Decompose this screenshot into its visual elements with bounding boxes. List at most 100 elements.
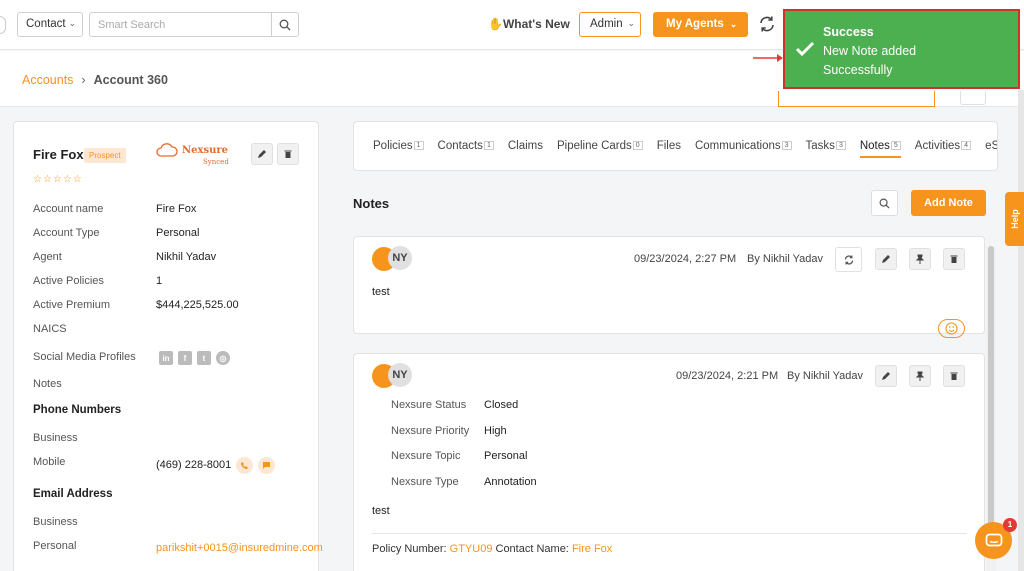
nexsure-field-value: Annotation	[484, 476, 537, 488]
tab-esign[interactable]: eSign	[985, 140, 998, 152]
edit-note-button[interactable]	[875, 365, 897, 387]
field-label: Account name	[33, 203, 104, 215]
field-value: $444,225,525.00	[156, 299, 239, 311]
edit-note-button[interactable]	[875, 248, 897, 270]
note-date: 09/23/2024, 2:27 PM	[634, 253, 737, 265]
note-body: test	[372, 505, 390, 517]
search-button[interactable]	[271, 12, 299, 37]
linkedin-icon[interactable]: in	[159, 351, 173, 365]
sidebar-toggle[interactable]	[0, 16, 6, 34]
email-heading: Email Address	[33, 488, 113, 500]
field-label: Agent	[33, 251, 62, 263]
note-links: Policy Number: GTYU09 Contact Name: Fire…	[372, 543, 612, 555]
chevron-down-icon: ⌄	[729, 19, 738, 29]
nexsure-field-value: High	[484, 425, 507, 437]
breadcrumb-accounts-link[interactable]: Accounts	[22, 73, 73, 87]
tab-label: Pipeline Cards	[556, 140, 632, 152]
chevron-down-icon: ⌄	[68, 18, 76, 28]
tab-count: 1	[483, 141, 494, 151]
chevron-down-icon: ⌄	[627, 18, 635, 28]
emoji-reaction-button[interactable]	[938, 319, 965, 338]
status-badge: Prospect	[84, 148, 126, 163]
sync-note-button[interactable]	[835, 247, 862, 272]
tab-label: eSign	[985, 140, 998, 152]
cloud-icon	[156, 143, 178, 157]
breadcrumb: Accounts › Account 360	[22, 73, 168, 87]
toast-message-line2: Successfully	[823, 63, 893, 77]
pencil-icon	[882, 372, 890, 380]
delete-note-button[interactable]	[943, 365, 965, 387]
email-label: Business	[33, 516, 78, 528]
policy-number-link[interactable]: GTYU09	[450, 543, 493, 555]
whats-new-label: What's New	[502, 17, 570, 31]
page-title: Account 360	[93, 73, 168, 87]
scrollbar-thumb[interactable]	[988, 246, 994, 546]
nexsure-field-value: Closed	[484, 399, 519, 411]
tab-label: Policies	[373, 140, 413, 152]
tab-count: 3	[781, 141, 792, 151]
pencil-icon	[882, 255, 890, 263]
pin-note-button[interactable]	[909, 365, 931, 387]
admin-select-value: Admin	[590, 18, 623, 30]
rating-stars[interactable]: ☆☆☆☆☆	[33, 174, 83, 185]
field-label: NAICS	[33, 323, 67, 335]
smart-search-input[interactable]	[89, 12, 272, 37]
chat-icon	[985, 533, 1002, 546]
phone-label: Business	[33, 432, 78, 444]
call-button[interactable]	[236, 457, 253, 474]
email-link[interactable]: parikshit+0015@insuredmine.com	[156, 541, 323, 555]
facebook-icon[interactable]: f	[178, 351, 192, 365]
note-body: test	[372, 286, 390, 298]
toast-title: Success	[823, 25, 874, 39]
tab-communications[interactable]: Communications 3	[695, 140, 792, 152]
delete-account-button[interactable]	[277, 143, 299, 165]
contact-name-link[interactable]: Fire Fox	[572, 543, 612, 555]
pin-icon	[915, 371, 925, 381]
add-note-button[interactable]: Add Note	[911, 190, 986, 216]
tab-files[interactable]: Files	[657, 140, 681, 152]
nexsure-field-label: Nexsure Priority	[391, 425, 470, 437]
header-action-icon-button[interactable]	[960, 91, 986, 105]
entity-select[interactable]: Contact ⌄	[17, 12, 83, 37]
field-value: Nikhil Yadav	[156, 251, 217, 263]
chat-launcher-button[interactable]: 1	[975, 518, 1017, 559]
admin-select[interactable]: Admin ⌄	[579, 12, 641, 37]
page-scrollbar[interactable]	[1018, 90, 1024, 571]
avatar-initials: NY	[388, 363, 412, 387]
field-label: Active Premium	[33, 299, 111, 311]
tabs-bar: Policies 1 Contacts 1 Claims Pipeline Card…	[353, 121, 998, 171]
tab-contacts[interactable]: Contacts 1	[438, 140, 494, 152]
hand-icon: ✋	[488, 17, 503, 31]
chevron-right-icon: ›	[81, 73, 86, 87]
success-toast: Success New Note added Successfully	[783, 9, 1020, 89]
field-label: Social Media Profiles	[33, 351, 136, 363]
tab-list: Policies 1 Contacts 1 Claims Pipeline Card…	[373, 140, 998, 158]
help-tab[interactable]: Help	[1005, 192, 1024, 246]
smiley-icon	[945, 322, 958, 335]
edit-account-button[interactable]	[251, 143, 273, 165]
tab-notes[interactable]: Notes 5	[859, 140, 901, 158]
tab-tasks[interactable]: Tasks 3	[806, 140, 846, 152]
tab-claims[interactable]: Claims	[508, 140, 543, 152]
tab-count: 5	[890, 141, 901, 151]
phone-heading: Phone Numbers	[33, 404, 122, 416]
tab-policies[interactable]: Policies 1	[373, 140, 424, 152]
header-action-button[interactable]	[778, 91, 935, 107]
globe-icon[interactable]: ◎	[216, 351, 230, 365]
refresh-icon[interactable]	[757, 14, 777, 34]
pin-note-button[interactable]	[909, 248, 931, 270]
nexsure-field-label: Nexsure Type	[391, 476, 459, 488]
phone-value: (469) 228-8001	[156, 459, 232, 471]
toast-message-line1: New Note added	[823, 44, 917, 58]
twitter-icon[interactable]: t	[197, 351, 211, 365]
my-agents-button[interactable]: My Agents ⌄	[653, 12, 748, 37]
notes-search-button[interactable]	[871, 190, 898, 216]
tab-activities[interactable]: Activities 4	[915, 140, 972, 152]
sms-button[interactable]	[258, 457, 275, 474]
tab-pipeline-cards[interactable]: Pipeline Cards 0	[557, 140, 643, 152]
delete-note-button[interactable]	[943, 248, 965, 270]
trash-icon	[284, 150, 292, 158]
phone-label: Mobile	[33, 456, 66, 468]
note-date: 09/23/2024, 2:21 PM	[676, 370, 779, 382]
whats-new-link[interactable]: ✋What's New	[488, 17, 570, 31]
